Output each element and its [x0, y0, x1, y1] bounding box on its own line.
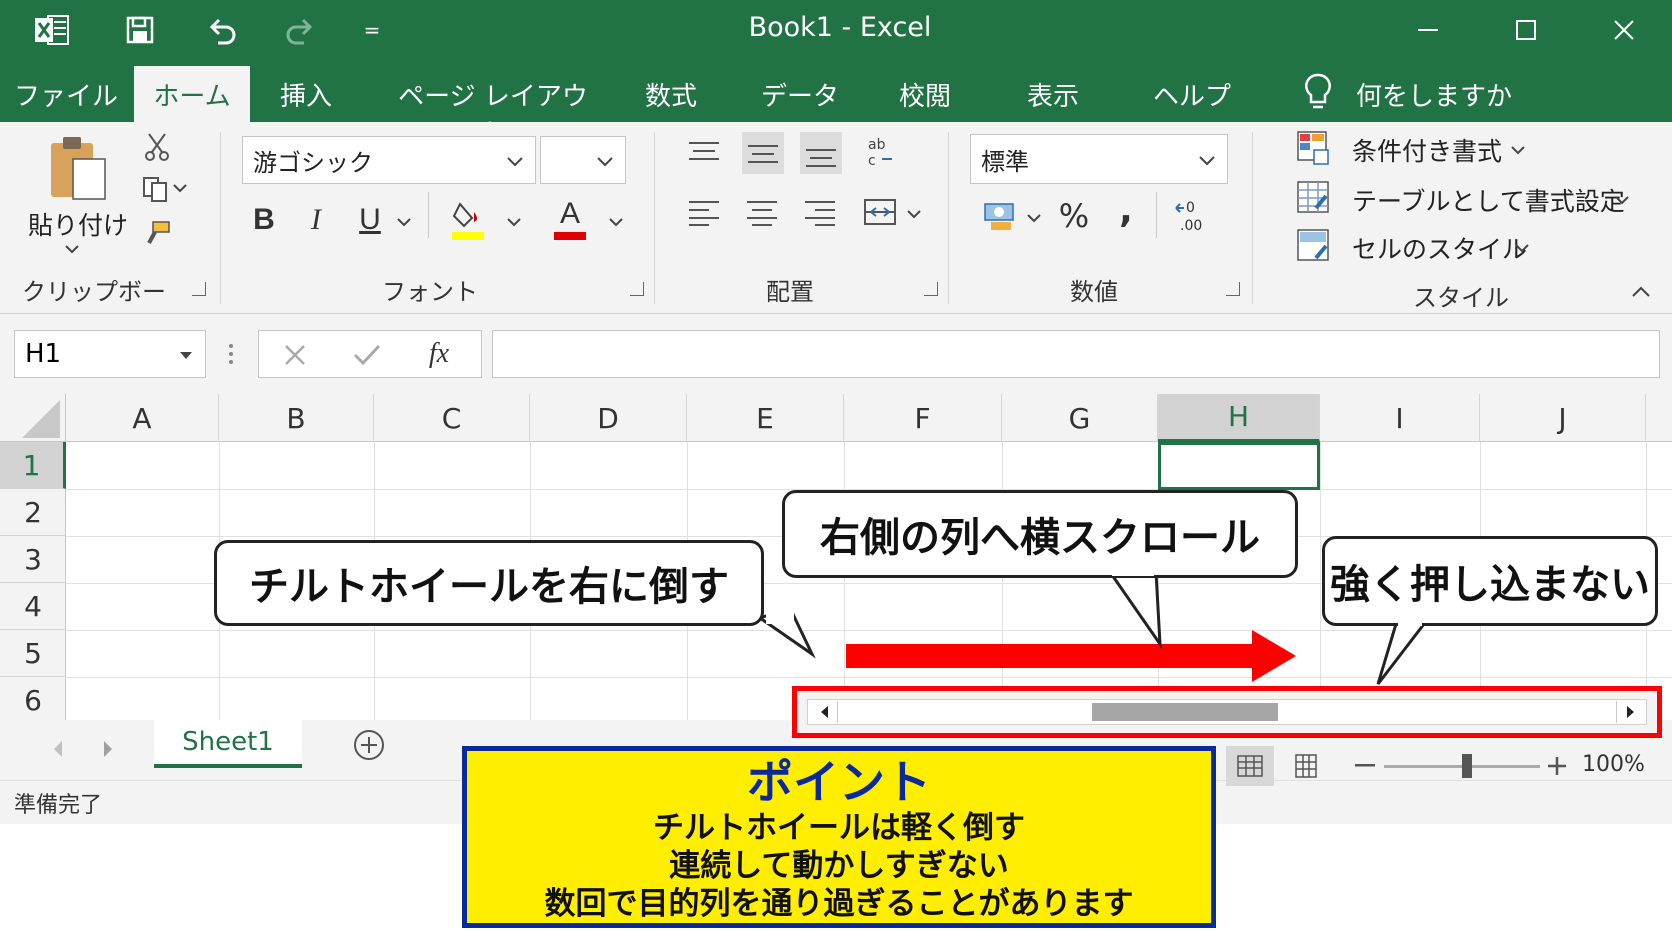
callout-press-tail [1376, 622, 1428, 685]
callout-tilt-tail-join [766, 606, 794, 624]
point-box: ポイント チルトホイールは軽く倒す 連続して動かしすぎない 数回で目的列を通り過… [462, 746, 1216, 928]
excel-window: = Book1 - Excel ファイル ホーム 挿入 ページ レイアウト 数式… [0, 0, 1672, 941]
callout-press: 強く押し込まない [1322, 536, 1658, 626]
callout-press-tail-join [1398, 616, 1422, 626]
point-line-1: チルトホイールは軽く倒す [653, 810, 1025, 846]
callout-scroll-tail [1107, 570, 1162, 650]
callout-scroll-tail-join [1112, 566, 1154, 576]
point-line-3: 数回で目的列を通り過ぎることがあります [544, 886, 1134, 922]
red-scroll-arrow [846, 630, 1296, 682]
point-line-2: 連続して動かしすぎない [669, 848, 1009, 884]
callout-tilt: チルトホイールを右に倒す [214, 540, 764, 626]
callout-scroll: 右側の列へ横スクロール [782, 490, 1298, 578]
point-title: ポイント [747, 755, 931, 809]
